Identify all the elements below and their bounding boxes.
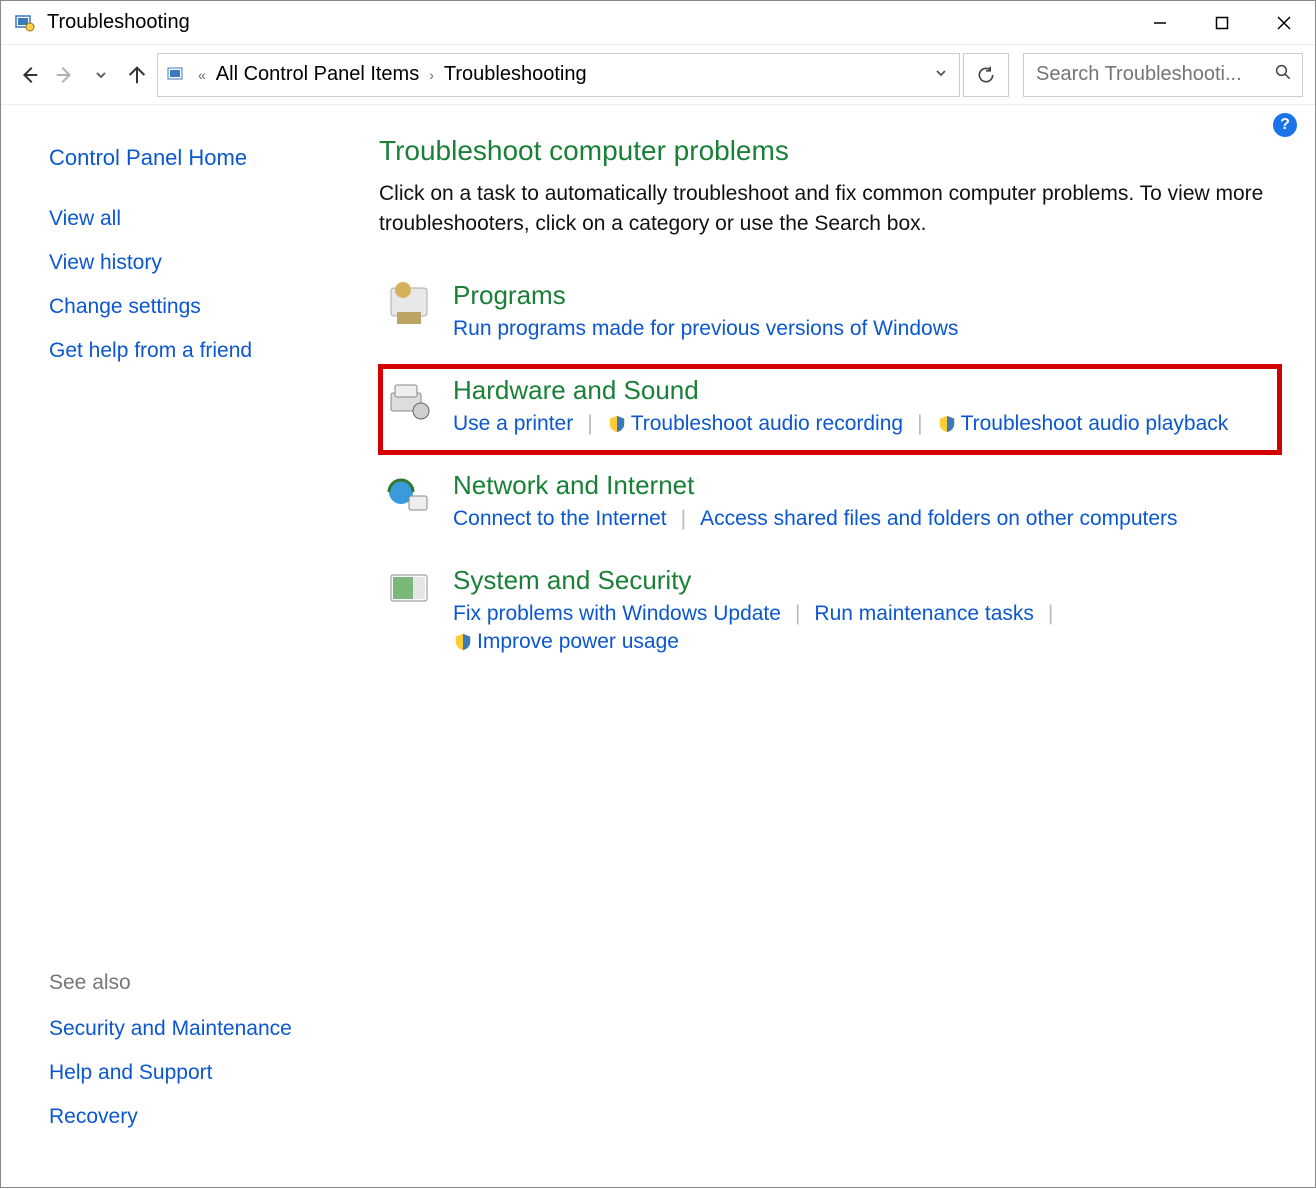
link-divider: |	[587, 412, 592, 436]
breadcrumb-dropdown-icon[interactable]	[935, 67, 947, 82]
sidebar-security-maintenance[interactable]: Security and Maintenance	[49, 1017, 345, 1041]
task-access-shared-files[interactable]: Access shared files and folders on other…	[700, 507, 1177, 531]
help-icon[interactable]: ?	[1273, 113, 1297, 137]
uac-shield-icon	[607, 414, 627, 434]
category-hardware-sound: Hardware and Sound Use a printer | Troub…	[379, 365, 1281, 454]
category-title-programs[interactable]: Programs	[453, 280, 1275, 311]
task-improve-power-usage[interactable]: Improve power usage	[453, 630, 679, 654]
window-title: Troubleshooting	[47, 11, 1129, 34]
sidebar-view-history[interactable]: View history	[49, 251, 345, 275]
category-title-system-security[interactable]: System and Security	[453, 565, 1275, 596]
maximize-button[interactable]	[1191, 1, 1253, 45]
link-divider: |	[1048, 602, 1053, 626]
uac-shield-icon	[937, 414, 957, 434]
task-connect-internet[interactable]: Connect to the Internet	[453, 507, 667, 531]
network-internet-icon	[383, 470, 435, 522]
sidebar-recovery[interactable]: Recovery	[49, 1105, 345, 1129]
category-network-internet: Network and Internet Connect to the Inte…	[379, 460, 1281, 549]
refresh-button[interactable]	[963, 53, 1009, 97]
sidebar-get-help[interactable]: Get help from a friend	[49, 339, 345, 363]
category-system-security: System and Security Fix problems with Wi…	[379, 555, 1281, 672]
sidebar-change-settings[interactable]: Change settings	[49, 295, 345, 319]
task-troubleshoot-audio-playback[interactable]: Troubleshoot audio playback	[937, 412, 1229, 436]
page-title: Troubleshoot computer problems	[379, 135, 1281, 167]
link-divider: |	[917, 412, 922, 436]
task-label: Troubleshoot audio recording	[631, 412, 903, 436]
back-button[interactable]	[13, 59, 45, 91]
programs-icon	[383, 280, 435, 332]
minimize-button[interactable]	[1129, 1, 1191, 45]
task-run-maintenance[interactable]: Run maintenance tasks	[814, 602, 1033, 626]
task-label: Troubleshoot audio playback	[961, 412, 1229, 436]
link-divider: |	[681, 507, 686, 531]
close-button[interactable]	[1253, 1, 1315, 45]
sidebar: Control Panel Home View all View history…	[1, 105, 361, 1189]
search-input[interactable]	[1034, 62, 1266, 87]
breadcrumb-chevron-icon: ›	[425, 67, 438, 83]
breadcrumb-chevron-icon: «	[194, 67, 210, 83]
page-description: Click on a task to automatically trouble…	[379, 179, 1281, 240]
history-dropdown[interactable]	[85, 59, 117, 91]
breadcrumb-item-1[interactable]: All Control Panel Items	[216, 63, 419, 86]
main-content: Troubleshoot computer problems Click on …	[361, 105, 1315, 1189]
category-title-network-internet[interactable]: Network and Internet	[453, 470, 1275, 501]
task-run-programs-previous-windows[interactable]: Run programs made for previous versions …	[453, 317, 958, 341]
task-use-printer[interactable]: Use a printer	[453, 412, 573, 436]
sidebar-help-support[interactable]: Help and Support	[49, 1061, 345, 1085]
category-title-hardware-sound[interactable]: Hardware and Sound	[453, 375, 1251, 406]
category-programs: Programs Run programs made for previous …	[379, 270, 1281, 359]
task-troubleshoot-audio-recording[interactable]: Troubleshoot audio recording	[607, 412, 903, 436]
see-also-label: See also	[49, 971, 345, 995]
breadcrumb-icon	[166, 64, 188, 86]
hardware-sound-icon	[383, 375, 435, 427]
task-fix-windows-update[interactable]: Fix problems with Windows Update	[453, 602, 781, 626]
uac-shield-icon	[453, 632, 473, 652]
system-security-icon	[383, 565, 435, 617]
titlebar: Troubleshooting	[1, 1, 1315, 45]
search-box[interactable]	[1023, 53, 1303, 97]
search-icon[interactable]	[1274, 63, 1292, 86]
link-divider: |	[795, 602, 800, 626]
breadcrumb-item-2[interactable]: Troubleshooting	[444, 63, 587, 86]
address-breadcrumb[interactable]: « All Control Panel Items › Troubleshoot…	[157, 53, 960, 97]
task-label: Improve power usage	[477, 630, 679, 654]
sidebar-view-all[interactable]: View all	[49, 207, 345, 231]
up-button[interactable]	[121, 59, 153, 91]
navigation-bar: « All Control Panel Items › Troubleshoot…	[1, 45, 1315, 105]
app-icon	[13, 11, 37, 35]
sidebar-control-panel-home[interactable]: Control Panel Home	[49, 145, 345, 171]
forward-button[interactable]	[49, 59, 81, 91]
window-controls	[1129, 1, 1315, 45]
